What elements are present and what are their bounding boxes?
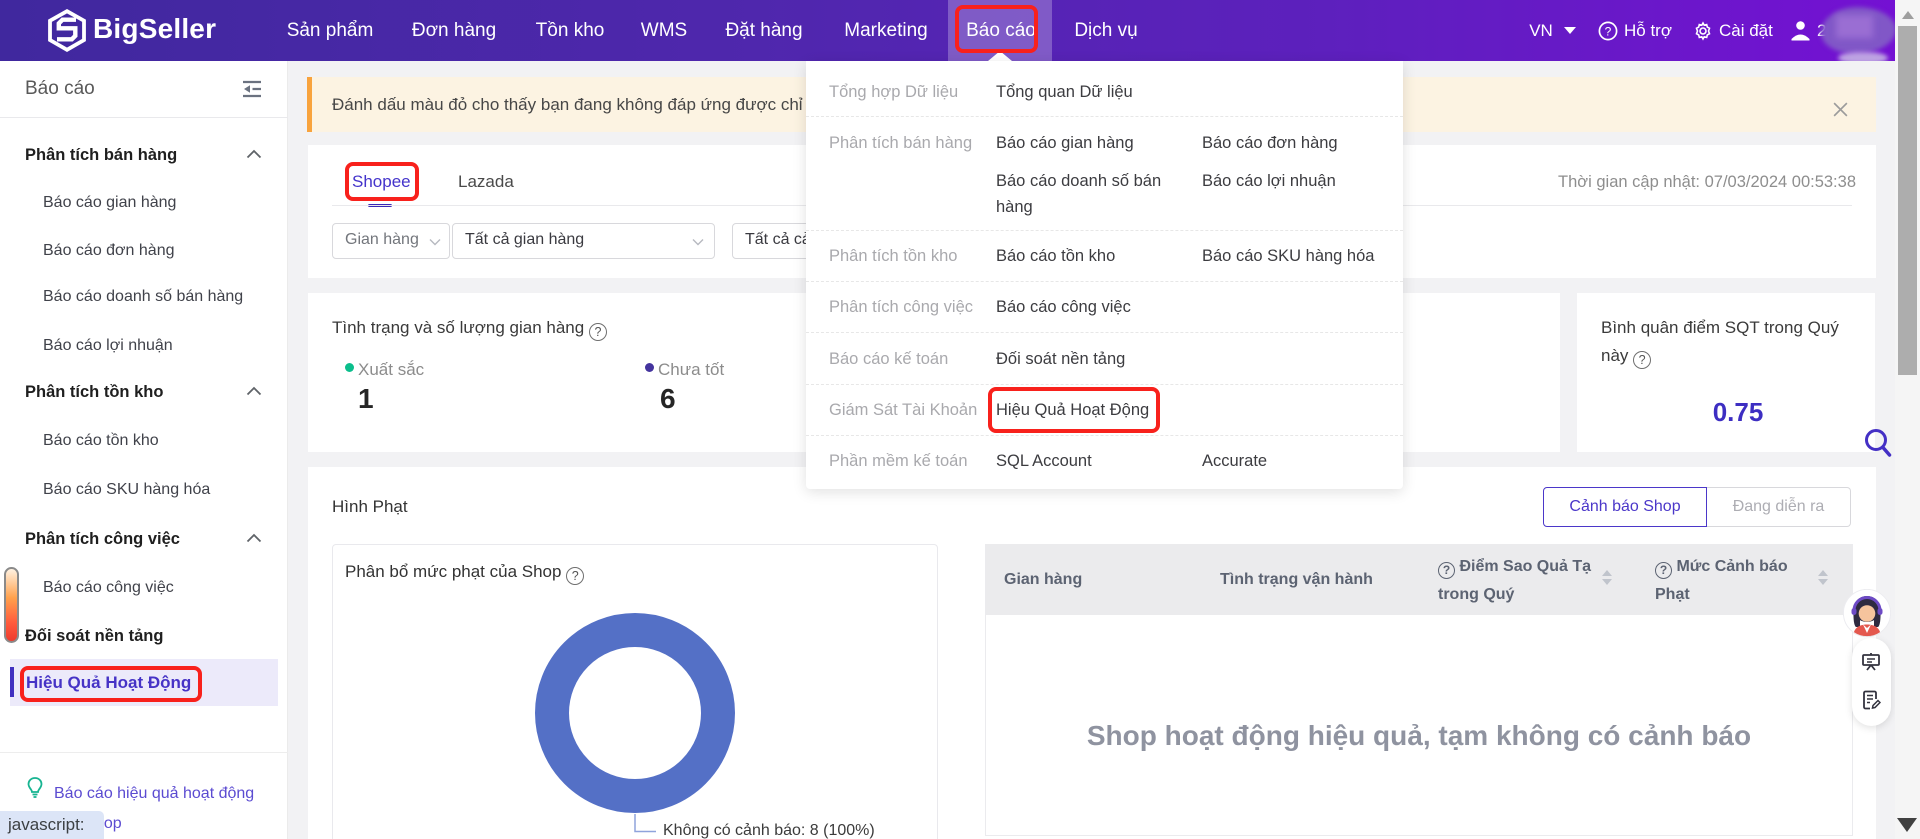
svg-text:?: ? — [1605, 24, 1612, 38]
